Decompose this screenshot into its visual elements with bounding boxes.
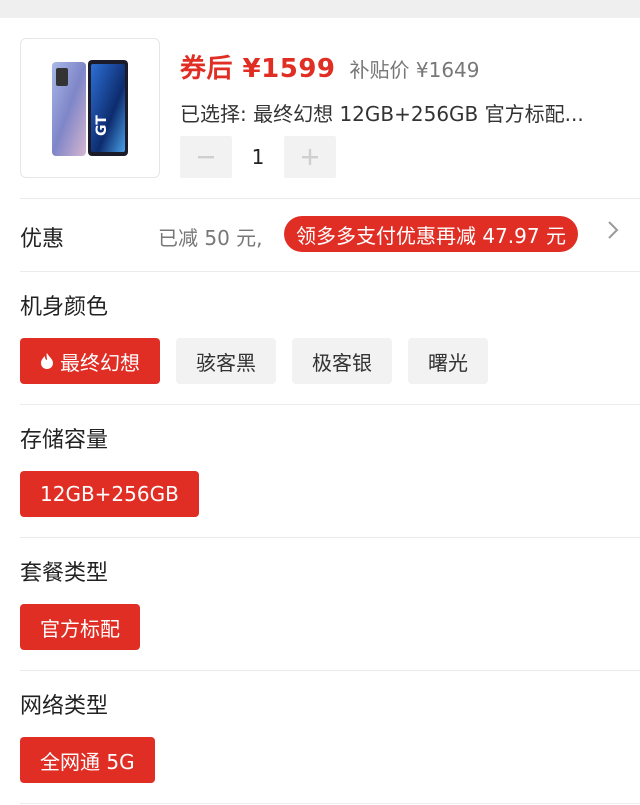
svg-text:GT: GT: [94, 115, 110, 136]
promo-reduced: 已减 50 元,: [158, 226, 263, 250]
quantity-stepper: 1: [180, 136, 336, 178]
section-title-storage: 存储容量: [20, 428, 109, 453]
product-header: GT 券后 ¥1599 补贴价 ¥1649 已选择: 最终幻想 12GB+256…: [20, 18, 640, 199]
chip-label: 官方标配: [40, 616, 120, 641]
chevron-right-icon[interactable]: [606, 219, 620, 247]
top-bar: [0, 0, 640, 18]
chip-package-0[interactable]: 官方标配: [20, 604, 140, 650]
promo-row[interactable]: 优惠 已减 50 元, 领多多支付优惠再减 47.97 元: [20, 199, 640, 272]
chip-color-0[interactable]: 最终幻想: [20, 338, 160, 384]
section-title-package: 套餐类型: [20, 561, 109, 586]
chip-network-0[interactable]: 全网通 5G: [20, 737, 155, 783]
selected-summary: 已选择: 最终幻想 12GB+256GB 官方标配...: [180, 102, 584, 126]
price-line: 券后 ¥1599 补贴价 ¥1649: [180, 48, 480, 85]
chip-label: 全网通 5G: [40, 749, 135, 774]
decrement-button[interactable]: [180, 136, 232, 178]
network-section: 网络类型 全网通 5G: [20, 671, 640, 804]
section-title-network: 网络类型: [20, 694, 109, 719]
product-thumbnail[interactable]: GT: [20, 38, 160, 178]
chip-label: 12GB+256GB: [40, 482, 179, 506]
flame-icon: [40, 352, 54, 370]
plus-icon: [302, 149, 318, 165]
chip-label: 最终幻想: [60, 350, 140, 375]
phone-image: GT: [52, 60, 128, 156]
chip-label: 骇客黑: [196, 350, 256, 375]
coupon-price: 券后 ¥1599: [180, 54, 336, 84]
minus-icon: [198, 156, 214, 159]
subsidy-price: 补贴价 ¥1649: [349, 58, 480, 82]
quantity-value[interactable]: 1: [232, 145, 284, 169]
chip-label: 曙光: [428, 350, 468, 375]
chip-color-3[interactable]: 曙光: [408, 338, 488, 384]
chip-storage-0[interactable]: 12GB+256GB: [20, 471, 199, 517]
storage-section: 存储容量 12GB+256GB: [20, 405, 640, 538]
chip-color-2[interactable]: 极客银: [292, 338, 392, 384]
promo-label: 优惠: [20, 227, 65, 252]
storage-chips: 12GB+256GB: [20, 455, 640, 537]
section-title-color: 机身颜色: [20, 295, 109, 320]
chip-label: 极客银: [312, 350, 372, 375]
package-section: 套餐类型 官方标配: [20, 538, 640, 671]
color-section: 机身颜色 最终幻想 骇客黑 极客银 曙光: [20, 272, 640, 405]
increment-button[interactable]: [284, 136, 336, 178]
color-chips: 最终幻想 骇客黑 极客银 曙光: [20, 322, 640, 404]
chip-color-1[interactable]: 骇客黑: [176, 338, 276, 384]
package-chips: 官方标配: [20, 588, 640, 670]
promo-badge[interactable]: 领多多支付优惠再减 47.97 元: [284, 216, 578, 252]
network-chips: 全网通 5G: [20, 721, 640, 803]
